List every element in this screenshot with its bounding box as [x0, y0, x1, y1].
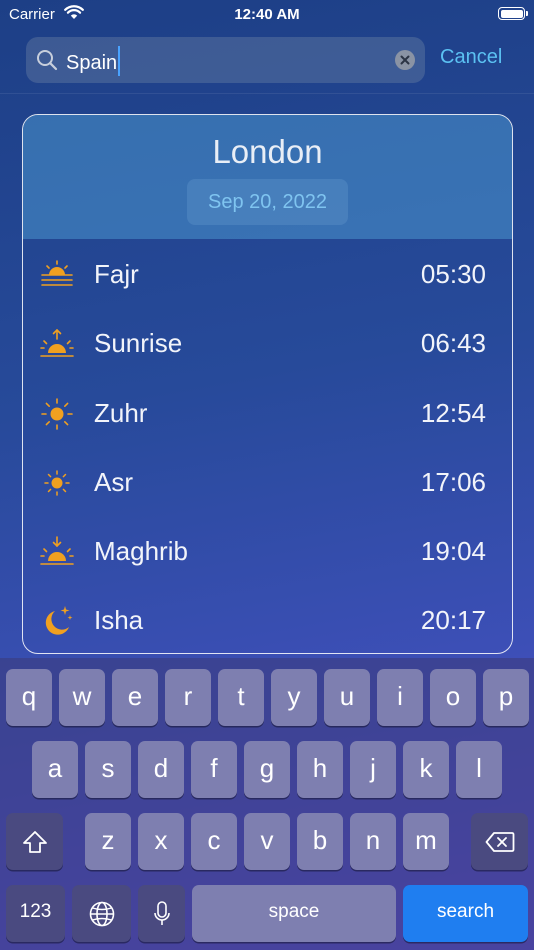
city-title: London: [212, 133, 323, 170]
shift-key[interactable]: [6, 813, 63, 870]
globe-icon: [89, 901, 114, 926]
prayer-list: Fajr 05:30 Sunrise 06:43 Zuhr 12:54 Asr …: [23, 239, 512, 653]
key-q[interactable]: q: [6, 669, 52, 726]
space-key[interactable]: space: [192, 885, 396, 942]
key-c[interactable]: c: [191, 813, 237, 870]
key-e[interactable]: e: [112, 669, 158, 726]
sunrise-up-icon: [39, 326, 75, 362]
key-v[interactable]: v: [244, 813, 290, 870]
sun-small-icon: [39, 465, 75, 501]
divider: [0, 93, 534, 94]
prayer-name: Zuhr: [94, 397, 148, 428]
search-input-value: Spain: [66, 52, 118, 74]
key-y[interactable]: y: [271, 669, 317, 726]
key-i[interactable]: i: [377, 669, 423, 726]
text-caret: [118, 46, 121, 76]
key-h[interactable]: h: [297, 741, 343, 798]
shift-icon: [22, 830, 47, 853]
key-t[interactable]: t: [218, 669, 264, 726]
key-g[interactable]: g: [244, 741, 290, 798]
prayer-name: Asr: [94, 466, 133, 497]
prayer-time: 06:43: [420, 328, 486, 359]
dictation-key[interactable]: [138, 885, 185, 942]
sunset-down-icon: [39, 534, 75, 570]
clear-search-button[interactable]: [395, 50, 415, 70]
search-input[interactable]: Spain: [66, 46, 386, 76]
key-b[interactable]: b: [297, 813, 343, 870]
date-badge[interactable]: Sep 20, 2022: [187, 179, 348, 225]
sunrise-lines-icon: [39, 257, 75, 293]
key-x[interactable]: x: [138, 813, 184, 870]
prayer-times-card[interactable]: London Sep 20, 2022 Fajr 05:30 Sunrise 0…: [22, 114, 513, 654]
key-w[interactable]: w: [59, 669, 105, 726]
prayer-name: Fajr: [94, 259, 139, 289]
key-z[interactable]: z: [85, 813, 131, 870]
keyboard: q w e r t y u i o p a s d f g h j k l z …: [0, 658, 534, 950]
prayer-row-maghrib: Maghrib 19:04: [23, 516, 512, 585]
sun-icon: [39, 396, 75, 432]
key-j[interactable]: j: [350, 741, 396, 798]
prayer-name: Maghrib: [94, 536, 188, 567]
key-m[interactable]: m: [403, 813, 449, 870]
card-header: London Sep 20, 2022: [23, 115, 512, 239]
prayer-row-isha: Isha 20:17: [23, 585, 512, 653]
moon-stars-icon: [39, 603, 75, 639]
prayer-row-zuhr: Zuhr 12:54: [23, 378, 512, 447]
key-p[interactable]: p: [483, 669, 529, 726]
numbers-key[interactable]: 123: [6, 885, 65, 942]
microphone-icon: [153, 900, 170, 925]
key-s[interactable]: s: [85, 741, 131, 798]
close-icon: [400, 55, 410, 65]
globe-key[interactable]: [72, 885, 131, 942]
prayer-time: 05:30: [420, 259, 486, 289]
key-l[interactable]: l: [456, 741, 502, 798]
prayer-time: 17:06: [420, 466, 486, 497]
prayer-row-asr: Asr 17:06: [23, 447, 512, 516]
prayer-time: 12:54: [420, 397, 486, 428]
key-k[interactable]: k: [403, 741, 449, 798]
backspace-icon: [485, 831, 514, 852]
search-key[interactable]: search: [403, 885, 528, 942]
prayer-row-sunrise: Sunrise 06:43: [23, 308, 512, 377]
key-r[interactable]: r: [165, 669, 211, 726]
key-o[interactable]: o: [430, 669, 476, 726]
delete-key[interactable]: [471, 813, 528, 870]
search-icon: [36, 49, 58, 76]
status-bar: Carrier 12:40 AM: [0, 0, 534, 30]
prayer-time: 20:17: [420, 605, 486, 636]
search-bar[interactable]: Spain: [26, 37, 425, 83]
cancel-button[interactable]: Cancel: [440, 46, 502, 69]
battery-icon: [498, 7, 528, 20]
prayer-name: Sunrise: [94, 328, 183, 359]
prayer-row-fajr: Fajr 05:30: [23, 239, 512, 308]
status-time: 12:40 AM: [234, 6, 300, 23]
key-n[interactable]: n: [350, 813, 396, 870]
key-u[interactable]: u: [324, 669, 370, 726]
key-a[interactable]: a: [32, 741, 78, 798]
key-d[interactable]: d: [138, 741, 184, 798]
prayer-name: Isha: [94, 605, 144, 636]
prayer-time: 19:04: [420, 536, 486, 567]
key-f[interactable]: f: [191, 741, 237, 798]
